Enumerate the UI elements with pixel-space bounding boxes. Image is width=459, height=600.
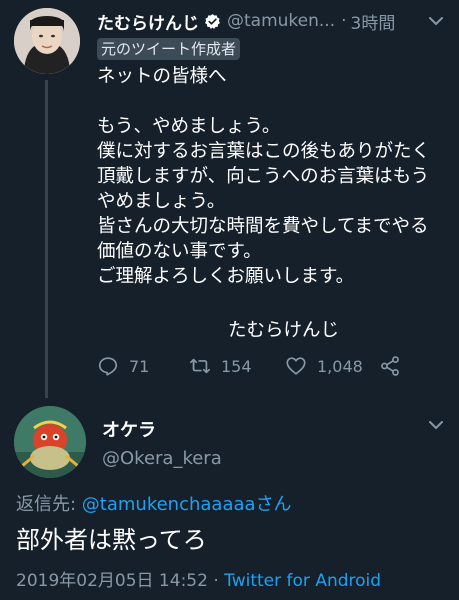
retweet-button[interactable]: 154 bbox=[189, 352, 252, 380]
reply-to-handle-link[interactable]: @tamukenchaaaaa bbox=[82, 494, 256, 515]
meta-separator: · bbox=[207, 571, 225, 591]
tweet-text: ネットの皆様へ もう、やめましょう。 僕に対するお言葉はこの後もありがたく 頂戴… bbox=[97, 64, 447, 289]
avatar[interactable] bbox=[14, 8, 80, 74]
timestamp[interactable]: 3時間 bbox=[351, 9, 396, 34]
retweet-count: 154 bbox=[221, 356, 252, 376]
chevron-down-icon[interactable] bbox=[427, 12, 445, 30]
tweet-line: 僕に対するお言葉はこの後もありがたく bbox=[97, 141, 431, 162]
tweet-line: ネットの皆様へ bbox=[97, 66, 227, 87]
like-button[interactable]: 1,048 bbox=[285, 352, 363, 380]
tweet-line: ご理解よろしくお願いします。 bbox=[97, 266, 355, 287]
reply-count: 71 bbox=[129, 356, 150, 376]
tweet-header: たむらけんじ @tamuken... · 3時間 bbox=[97, 8, 445, 34]
avatar-illustration-icon bbox=[14, 406, 86, 478]
author-badge: 元のツイート作成者 bbox=[97, 38, 241, 60]
heart-icon bbox=[286, 357, 306, 375]
verified-badge-icon bbox=[204, 13, 221, 30]
tweet-line bbox=[97, 89, 447, 114]
reply-timestamp: 2019年02月05日 14:52 bbox=[16, 571, 208, 591]
tweet-line: もう、やめましょう。 bbox=[97, 116, 281, 137]
share-button[interactable] bbox=[379, 352, 411, 380]
tweet-signature: たむらけんじ bbox=[228, 320, 340, 341]
chevron-down-icon[interactable] bbox=[427, 416, 445, 434]
author-name[interactable]: オケラ bbox=[102, 416, 156, 442]
original-tweet[interactable]: たむらけんじ @tamuken... · 3時間 元のツイート作成者 ネットの皆… bbox=[0, 0, 459, 398]
share-icon bbox=[381, 356, 399, 376]
reply-to-suffix: さん bbox=[255, 494, 292, 515]
client-link[interactable]: Twitter for Android bbox=[224, 571, 381, 591]
reply-to-prefix: 返信先: bbox=[16, 494, 82, 515]
avatar-portrait-icon bbox=[14, 8, 80, 74]
like-count: 1,048 bbox=[317, 356, 363, 376]
reply-icon bbox=[98, 357, 118, 376]
separator: · bbox=[341, 11, 347, 31]
tweet-line: 価値のない事です。 bbox=[97, 241, 262, 262]
retweet-icon bbox=[190, 358, 210, 374]
tweet-line: 頂戴しますが、向こうへのお言葉はもう bbox=[97, 166, 430, 187]
reply-text: 部外者は黙ってろ bbox=[16, 526, 207, 554]
reply-button[interactable]: 71 bbox=[97, 352, 149, 380]
author-name[interactable]: たむらけんじ bbox=[97, 9, 199, 34]
tweet-line: 皆さんの大切な時間を費やしてまでやる bbox=[97, 216, 429, 237]
reply-tweet[interactable]: オケラ @Okera_kera 返信先: @tamukenchaaaaaさん 部… bbox=[0, 398, 459, 600]
avatar[interactable] bbox=[14, 406, 86, 478]
author-handle[interactable]: @Okera_kera bbox=[102, 448, 222, 469]
author-handle[interactable]: @tamuken... bbox=[227, 11, 335, 31]
thread-line bbox=[45, 80, 48, 398]
tweet-actions: 71 154 1,048 bbox=[97, 352, 417, 380]
reply-to-line: 返信先: @tamukenchaaaaaさん bbox=[16, 490, 292, 516]
tweet-line: やめましょう。 bbox=[97, 191, 226, 212]
tweet-meta: 2019年02月05日 14:52 · Twitter for Android bbox=[16, 566, 381, 591]
